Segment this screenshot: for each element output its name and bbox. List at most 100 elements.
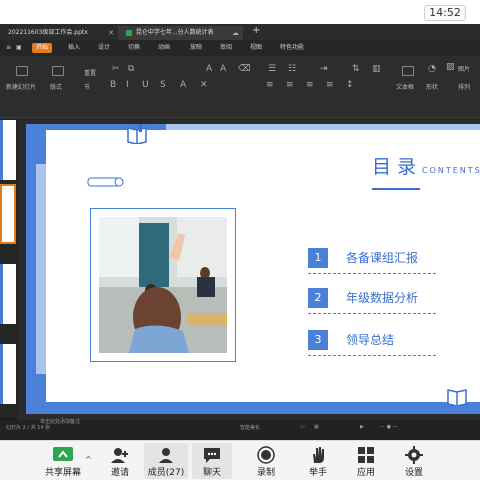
menu-features[interactable]: 特色功能 [280,43,304,53]
slide-thumbnail[interactable] [0,344,16,404]
menu-transition[interactable]: 切换 [128,43,140,53]
columns-icon[interactable]: ▥ [372,64,381,74]
current-slide[interactable]: 目录 CONTENTS 1 各备课组汇报 2 年级数据分析 3 领导总结 [26,124,480,414]
numbered-list-icon[interactable]: ☷ [288,64,296,74]
menu-bar: ≡ ▣ 开始 插入 设计 切换 动画 放映 审阅 视图 特色功能 [0,40,480,56]
menu-view[interactable]: 视图 [250,43,262,53]
align-right-icon[interactable]: ≡ [306,80,314,90]
members-label: 成员(27) [147,468,185,478]
picture-label[interactable]: 图片 [458,64,470,73]
close-icon[interactable]: ✕ [108,26,114,40]
invite-label: 邀请 [110,468,129,478]
strikethrough-icon[interactable]: S [160,80,166,90]
line-spacing-icon[interactable]: ↕ [346,80,354,90]
record-label: 录制 [256,468,275,478]
font-color-icon[interactable]: A [180,80,186,90]
invite-button[interactable]: 邀请 [104,443,136,479]
section-label[interactable]: 节 [84,82,90,91]
view-sorter-icon[interactable]: ▦ [314,424,319,430]
cloud-icon: ☁ [232,29,239,37]
meeting-toolbar: 共享屏幕 ^ 邀请 成员(27) 聊天 录制 举手 应用 设置 [0,440,480,480]
agenda-item-2[interactable]: 2 年级数据分析 [308,286,438,314]
menu-slideshow[interactable]: 放映 [190,43,202,53]
clock: 14:52 [424,5,466,21]
indent-icon[interactable]: ⇥ [320,64,328,74]
agenda-item-1[interactable]: 1 各备课组汇报 [308,246,438,274]
agenda-item-divider [308,273,436,274]
agenda-item-3[interactable]: 3 领导总结 [308,328,438,356]
bold-icon[interactable]: B [110,80,116,90]
slide-title: 目录 [372,156,423,178]
cut-icon[interactable]: ✂ [112,64,120,74]
textbox-label[interactable]: 文本框 [396,82,414,91]
spreadsheet-icon [126,29,132,36]
document-tab-label: 昆仑中学七年...分人数统计表 [135,29,214,36]
document-tab-bar: 202211603级部工作会.pptx ✕ 昆仑中学七年...分人数统计表 ☁ … [0,24,480,40]
slide-thumbnail-selected[interactable] [0,184,16,244]
chat-label: 聊天 [202,468,221,478]
new-slide-icon[interactable] [16,66,28,76]
screen: 14:52 202211603级部工作会.pptx ✕ 昆仑中学七年...分人数… [0,0,480,480]
slide-thumbnail[interactable] [0,264,16,324]
share-screen-button[interactable]: 共享屏幕 [40,443,86,479]
view-normal-icon[interactable]: ▭ [300,424,305,430]
gear-icon [405,446,423,464]
document-tab-ppt[interactable]: 202211603级部工作会.pptx ✕ [0,26,118,40]
arrange-label[interactable]: 排列 [458,82,470,91]
ribbon-toolbar: 新建幻灯片 版式 重置 节 ✂ ⧉ B I U S A ✕ A A ⌫ ☰ ☷ … [0,56,480,118]
classroom-photo-frame [90,208,236,362]
raise-hand-label: 举手 [308,468,327,478]
shape-label[interactable]: 形状 [426,82,438,91]
textbox-icon[interactable] [402,66,414,76]
wps-window: 202211603级部工作会.pptx ✕ 昆仑中学七年...分人数统计表 ☁ … [0,24,480,440]
layout-icon[interactable] [52,66,64,76]
notes-placeholder[interactable]: 单击此处添加备注 [40,418,80,425]
members-button[interactable]: 成员(27) [144,443,188,479]
chat-button[interactable]: 聊天 [192,443,232,479]
bullet-list-icon[interactable]: ☰ [268,64,276,74]
slide-border-bottom [26,402,480,414]
menu-review[interactable]: 审阅 [220,43,232,53]
smart-beautify-button[interactable]: 智能美化 [240,424,260,431]
align-center-icon[interactable]: ≡ [286,80,294,90]
new-tab-icon[interactable]: + [252,25,260,36]
settings-label: 设置 [404,468,423,478]
menu-design[interactable]: 设计 [98,43,110,53]
apps-button[interactable]: 应用 [352,443,380,479]
chevron-up-icon[interactable]: ^ [85,455,92,464]
font-shrink-icon[interactable]: A [220,64,226,74]
status-bar: 幻灯片 2 / 共 14 张 单击此处添加备注 智能美化 ▭ ▦ ▶ — ● — [0,418,480,440]
clear-format-icon[interactable]: ✕ [200,80,208,90]
apps-grid-icon [358,447,374,463]
eraser-icon[interactable]: ⌫ [238,64,251,74]
settings-button[interactable]: 设置 [400,443,428,479]
document-tab-sheet[interactable]: 昆仑中学七年...分人数统计表 ☁ [118,26,243,40]
italic-icon[interactable]: I [126,80,129,90]
new-slide-label[interactable]: 新建幻灯片 [6,82,36,91]
agenda-item-number: 1 [308,248,328,268]
save-icon[interactable]: ▣ [16,43,22,53]
reset-label[interactable]: 重置 [84,68,96,77]
zoom-slider[interactable]: — ● — [380,424,398,430]
menu-insert[interactable]: 插入 [68,43,80,53]
agenda-item-number: 2 [308,288,328,308]
text-direction-icon[interactable]: ⇅ [352,64,360,74]
agenda-item-label: 年级数据分析 [346,291,419,305]
menu-home[interactable]: 开始 [32,43,53,53]
font-grow-icon[interactable]: A [206,64,212,74]
menu-animation[interactable]: 动画 [158,43,170,53]
justify-icon[interactable]: ≡ [326,80,334,90]
raise-hand-button[interactable]: 举手 [304,443,332,479]
menu-more-icon[interactable]: ≡ [6,43,11,53]
record-button[interactable]: 录制 [252,443,280,479]
copy-icon[interactable]: ⧉ [128,64,134,74]
add-person-icon [111,448,128,463]
layout-label[interactable]: 版式 [50,82,62,91]
slide-thumbnail[interactable] [0,120,16,180]
picture-icon[interactable]: ▨ [446,62,455,72]
classroom-photo[interactable] [99,217,227,353]
align-left-icon[interactable]: ≡ [266,80,274,90]
play-icon[interactable]: ▶ [360,424,364,430]
underline-icon[interactable]: U [142,80,149,90]
shape-icon[interactable]: ◔ [428,64,436,74]
